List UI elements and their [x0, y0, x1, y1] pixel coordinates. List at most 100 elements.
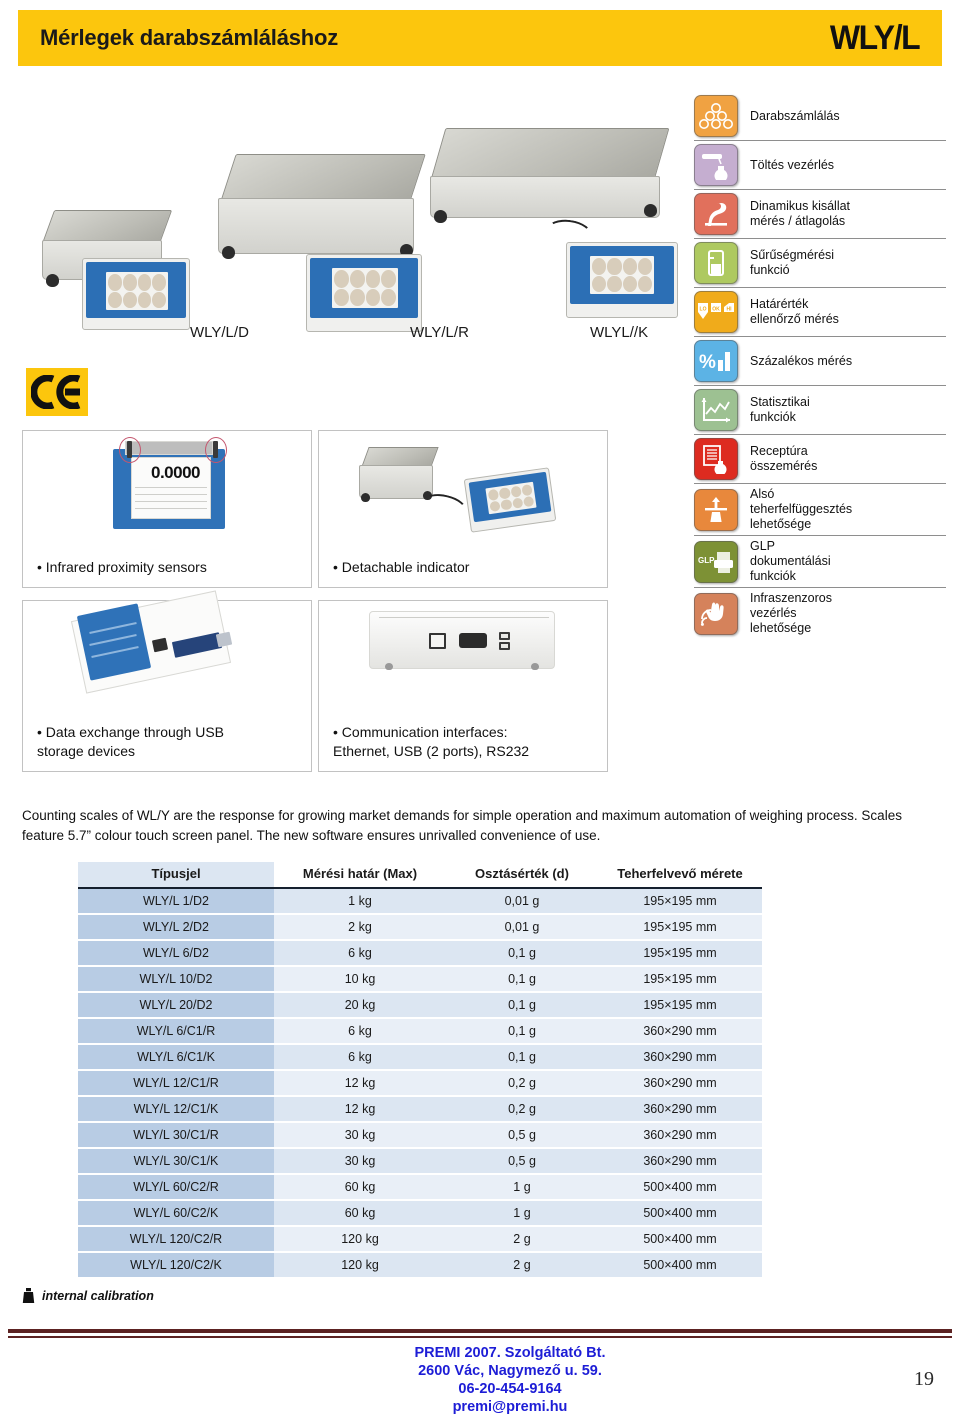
cell-value: 360×290 mm [598, 1044, 762, 1071]
spec-table: Típusjel Mérési határ (Max) Osztásérték … [78, 862, 762, 1279]
page-title: Mérlegek darabszámláláshoz [40, 25, 339, 50]
cell-value: 360×290 mm [598, 1148, 762, 1175]
cell-value: 12 kg [274, 1070, 446, 1097]
cell-value: 195×195 mm [598, 940, 762, 967]
footer-address: 2600 Vác, Nagymező u. 59. [418, 1363, 602, 1379]
footnote-label: internal calibration [42, 1289, 154, 1303]
table-row: WLY/L 6/C1/K 6 kg 0,1 g 360×290 mm [78, 1044, 762, 1071]
feature-box-caption: • Detachable indicator [333, 559, 470, 575]
cell-value: 2 g [446, 1226, 598, 1253]
cell-model: WLY/L 6/C1/R [78, 1018, 274, 1045]
feature-item-label: Darabszámlálás [750, 108, 840, 123]
table-row: WLY/L 1/D2 1 kg 0,01 g 195×195 mm [78, 888, 762, 915]
feature-box-detachable: • Detachable indicator [318, 430, 608, 588]
cell-value: 6 kg [274, 1018, 446, 1045]
cell-model: WLY/L 120/C2/K [78, 1252, 274, 1279]
cell-model: WLY/L 6/C1/K [78, 1044, 274, 1071]
spec-table-body: WLY/L 1/D2 1 kg 0,01 g 195×195 mm WLY/L 2/D2… [78, 888, 762, 1279]
svg-text:OK: OK [712, 307, 720, 313]
cell-model: WLY/L 6/D2 [78, 940, 274, 967]
cell-value: 195×195 mm [598, 914, 762, 941]
feature-item-label: Statisztikai funkciók [750, 395, 810, 424]
feature-item-label: Alsó teherfelfüggesztés lehetősége [750, 487, 853, 531]
feature-item-label: Receptúra összemérés [750, 444, 818, 473]
lcd-readout: 0.0000 [151, 463, 201, 482]
cell-value: 500×400 mm [598, 1200, 762, 1227]
statistics-chart-icon [694, 389, 738, 431]
model-label-medium: WLY/L/R [410, 324, 469, 341]
cell-value: 120 kg [274, 1226, 446, 1253]
feature-item-piece-counting[interactable]: Darabszámlálás [694, 92, 946, 141]
under-hook-icon [694, 488, 738, 531]
feature-item-glp[interactable]: GLP GLP dokumentálási funkciók [694, 536, 946, 588]
filling-control-icon [694, 144, 738, 186]
cell-value: 360×290 mm [598, 1096, 762, 1123]
brand-logo: WLY/L [829, 18, 921, 57]
footer-phone: 06-20-454-9164 [458, 1381, 562, 1397]
feature-item-filling-control[interactable]: Töltés vezérlés [694, 141, 946, 190]
feature-item-label: Sűrűségmérési funkció [750, 248, 835, 277]
cell-value: 12 kg [274, 1096, 446, 1123]
cell-value: 120 kg [274, 1252, 446, 1279]
catalog-page: Mérlegek darabszámláláshoz WLY/L WLY/L/D… [0, 0, 960, 1416]
model-label-small: WLY/L/D [190, 324, 249, 341]
table-row: WLY/L 2/D2 2 kg 0,01 g 195×195 mm [78, 914, 762, 941]
column-header-max: Mérési határ (Max) [274, 862, 446, 889]
cell-model: WLY/L 20/D2 [78, 992, 274, 1019]
cell-value: 0,5 g [446, 1148, 598, 1175]
feature-box-caption: • Infrared proximity sensors [37, 559, 207, 575]
footer-email[interactable]: premi@premi.hu [330, 1398, 690, 1416]
cell-model: WLY/L 12/C1/K [78, 1096, 274, 1123]
cell-model: WLY/L 60/C2/K [78, 1200, 274, 1227]
table-row: WLY/L 120/C2/K 120 kg 2 g 500×400 mm [78, 1252, 762, 1279]
cell-model: WLY/L 120/C2/R [78, 1226, 274, 1253]
cell-value: 2 g [446, 1252, 598, 1279]
feature-item-label: Határérték ellenőrző mérés [750, 297, 839, 326]
cell-value: 60 kg [274, 1174, 446, 1201]
cell-value: 0,1 g [446, 1044, 598, 1071]
cell-model: WLY/L 10/D2 [78, 966, 274, 993]
feature-item-animal-weighing[interactable]: Dinamikus kisállat mérés / átlagolás [694, 190, 946, 239]
cell-value: 0,2 g [446, 1096, 598, 1123]
cell-value: 30 kg [274, 1148, 446, 1175]
checkweighing-icon: LO OK HI [694, 291, 738, 333]
svg-text:LO: LO [700, 307, 707, 313]
cell-value: 195×195 mm [598, 966, 762, 993]
footnote-internal-calibration: internal calibration [22, 1288, 154, 1304]
table-row: WLY/L 30/C1/R 30 kg 0,5 g 360×290 mm [78, 1122, 762, 1149]
infrared-sensor-art: 0.0000 [23, 431, 311, 533]
column-header-division: Osztásérték (d) [446, 862, 598, 889]
feature-item-percent[interactable]: % Százalékos mérés [694, 337, 946, 386]
animal-weighing-icon [694, 193, 738, 235]
cell-value: 1 g [446, 1200, 598, 1227]
feature-item-formulation[interactable]: Receptúra összemérés [694, 435, 946, 484]
svg-text:HI: HI [727, 307, 733, 313]
cell-value: 6 kg [274, 940, 446, 967]
footer-company: PREMI 2007. Szolgáltató Bt. [414, 1345, 606, 1361]
table-row: WLY/L 6/D2 6 kg 0,1 g 195×195 mm [78, 940, 762, 967]
feature-item-density[interactable]: Sűrűségmérési funkció [694, 239, 946, 288]
feature-item-under-hook[interactable]: Alsó teherfelfüggesztés lehetősége [694, 484, 946, 536]
table-row: WLY/L 120/C2/R 120 kg 2 g 500×400 mm [78, 1226, 762, 1253]
footer-rule-thin [8, 1336, 952, 1338]
product-photo-group: WLY/L/D WLY/L/R WLYL//K [10, 96, 686, 346]
feature-item-infrared-control[interactable]: Infraszenzoros vezérlés lehetősége [694, 588, 946, 639]
feature-item-statistics[interactable]: Statisztikai funkciók [694, 386, 946, 435]
cell-value: 1 g [446, 1174, 598, 1201]
feature-box-infrared: 0.0000 • Infrared proximity sensors [22, 430, 312, 588]
table-row: WLY/L 30/C1/K 30 kg 0,5 g 360×290 mm [78, 1148, 762, 1175]
cell-value: 0,1 g [446, 1018, 598, 1045]
footer-rule-thick [8, 1329, 952, 1333]
description-paragraph: Counting scales of WL/Y are the response… [22, 808, 902, 843]
formulation-icon [694, 438, 738, 480]
cell-value: 30 kg [274, 1122, 446, 1149]
cell-value: 0,5 g [446, 1122, 598, 1149]
cell-value: 0,1 g [446, 992, 598, 1019]
cell-model: WLY/L 30/C1/K [78, 1148, 274, 1175]
table-row: WLY/L 12/C1/R 12 kg 0,2 g 360×290 mm [78, 1070, 762, 1097]
feature-item-label: Százalékos mérés [750, 353, 853, 368]
table-row: WLY/L 60/C2/K 60 kg 1 g 500×400 mm [78, 1200, 762, 1227]
cell-model: WLY/L 2/D2 [78, 914, 274, 941]
percent-bars-icon: % [694, 340, 738, 382]
feature-item-checkweighing[interactable]: LO OK HI Határérték ellenőrző mérés [694, 288, 946, 337]
